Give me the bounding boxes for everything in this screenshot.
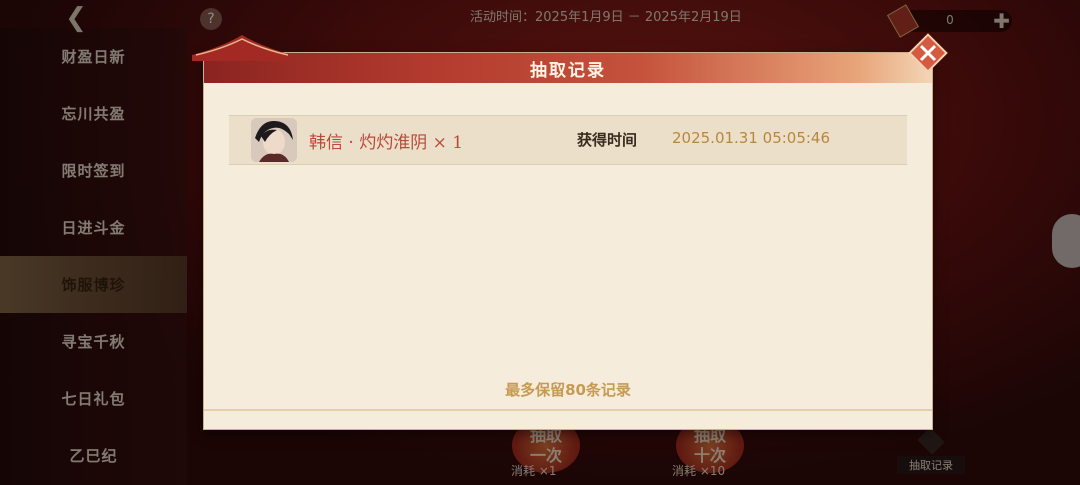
record-item-name: 韩信 · 灼灼淮阴 × 1 (309, 133, 464, 153)
modal-title: 抽取记录 (530, 61, 606, 81)
character-avatar (251, 118, 297, 162)
draw-record-modal: 抽取记录 韩信 · 灼灼淮阴 × 1 获得时间 2025.01.31 05:05… (192, 33, 948, 429)
record-time-label: 获得时间 (577, 131, 638, 149)
record-row: 韩信 · 灼灼淮阴 × 1 获得时间 2025.01.31 05:05:46 (229, 115, 907, 165)
record-time-value: 2025.01.31 05:05:46 (672, 129, 831, 147)
record-limit-note: 最多保留80条记录 (505, 381, 631, 399)
close-icon[interactable] (908, 33, 948, 73)
divider (204, 409, 932, 411)
